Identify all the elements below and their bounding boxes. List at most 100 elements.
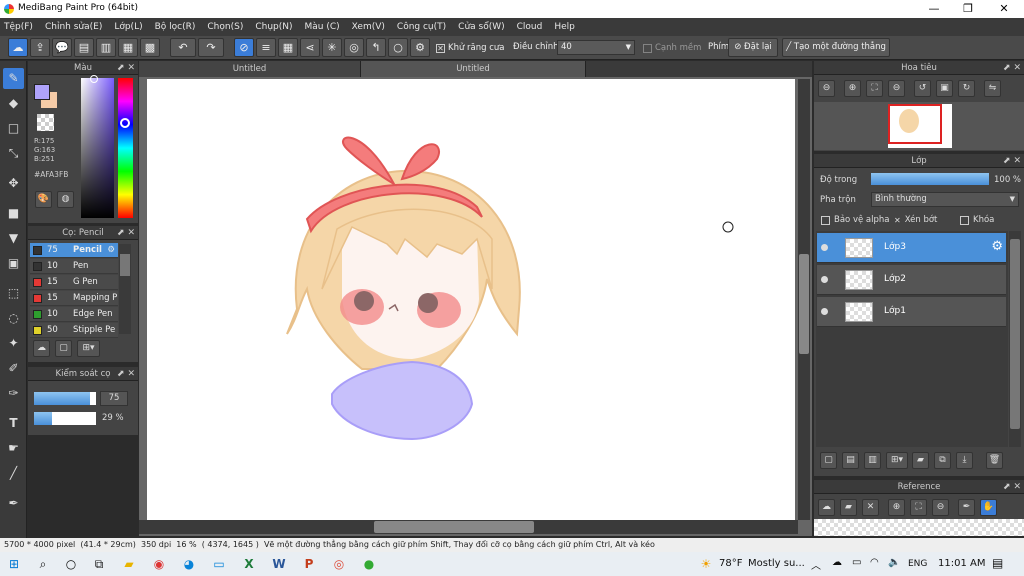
visibility-eye-icon[interactable] [821, 276, 828, 283]
radial-snap-icon[interactable]: ✳ [322, 38, 342, 57]
redo-button[interactable]: ↷ [198, 38, 224, 57]
parallel-snap-icon[interactable]: ≡ [256, 38, 276, 57]
fit-icon[interactable]: ⛶ [866, 80, 883, 97]
reference-zoom-in-icon[interactable]: ⊕ [888, 499, 905, 516]
soft-edge-checkbox[interactable] [643, 43, 652, 53]
menu-file[interactable]: Tệp(F) [4, 22, 33, 32]
clipping-toggle[interactable]: ✕ Xén bớt [894, 215, 937, 225]
hue-slider[interactable] [118, 78, 133, 218]
divide-tool-icon[interactable]: ╱ [3, 463, 24, 484]
make-line-button[interactable]: ╱ Tạo một đường thẳng [782, 38, 890, 57]
grid-icon[interactable]: ▩ [140, 38, 160, 57]
layer-row[interactable]: Lớp1 [817, 297, 1006, 327]
layer-list-scrollbar[interactable] [1009, 231, 1021, 447]
menu-tools[interactable]: Công cụ(T) [397, 22, 446, 32]
panel-close-icon[interactable]: ⬈ ✕ [117, 367, 135, 381]
brush-tool-icon[interactable]: ✎ [3, 68, 24, 89]
new-8bit-layer-icon[interactable]: ▥ [864, 452, 881, 469]
reference-zoom-out-icon[interactable]: ⊖ [932, 499, 949, 516]
delete-layer-icon[interactable]: 🗑 [986, 452, 1003, 469]
minimize-button[interactable]: — [916, 0, 952, 18]
protect-alpha-toggle[interactable]: Bảo vệ alpha [821, 215, 889, 225]
reset-button[interactable]: ⊘ Đặt lại [728, 38, 778, 57]
canvas-horizontal-scrollbar[interactable] [139, 520, 798, 534]
menu-snap[interactable]: Chụp(N) [255, 22, 292, 32]
gear-icon[interactable]: ⚙ [107, 243, 115, 258]
menu-edit[interactable]: Chỉnh sửa(E) [45, 22, 102, 32]
circle-snap-icon[interactable]: ◎ [344, 38, 364, 57]
transparent-color-swatch[interactable] [37, 114, 54, 131]
operation-tool-icon[interactable]: ☛ [3, 438, 24, 459]
navigator-preview[interactable] [814, 102, 1024, 150]
soft-edge-toggle[interactable]: Cạnh mềm [643, 41, 701, 55]
windows-start-icon[interactable]: ⊞ [5, 555, 23, 573]
zoom-out-icon[interactable]: ⊖ [818, 80, 835, 97]
task-view-icon[interactable]: ⧉ [90, 555, 108, 573]
close-button[interactable]: ✕ [986, 0, 1022, 18]
select-tool-icon[interactable]: ⬚ [3, 283, 24, 304]
merge-down-icon[interactable]: ⤓ [956, 452, 973, 469]
text-tool-icon[interactable]: T [3, 413, 24, 434]
zoom-in-icon[interactable]: ⊕ [844, 80, 861, 97]
brush-item[interactable]: 10 Pen [30, 259, 118, 274]
brush-item[interactable]: 10 Edge Pen [30, 307, 118, 322]
blend-mode-dropdown[interactable]: Bình thường ▼ [871, 192, 1019, 207]
reference-eyedropper-icon[interactable]: ✒ [958, 499, 975, 516]
tab-untitled-1[interactable]: Untitled [139, 61, 361, 77]
cloud-icon[interactable]: ☁ [8, 38, 28, 57]
rotate-left-icon[interactable]: ↺ [914, 80, 931, 97]
tab-untitled-2[interactable]: Untitled [361, 61, 586, 77]
add-layer-menu-icon[interactable]: ⊞▾ [886, 452, 908, 469]
brush-size-value[interactable]: 75 [100, 391, 128, 406]
reference-close-icon[interactable]: ✕ [862, 499, 879, 516]
dot-tool-icon[interactable]: □ [3, 118, 24, 139]
protect-alpha-checkbox[interactable] [821, 215, 830, 225]
magic-wand-icon[interactable]: ✦ [3, 333, 24, 354]
panel-close-icon[interactable]: ⬈ ✕ [1003, 154, 1021, 168]
brush-opacity-slider[interactable] [34, 412, 96, 425]
file-explorer-icon[interactable]: ▰ [120, 555, 138, 573]
speech-bubble-icon[interactable]: 💬 [52, 38, 72, 57]
brush-add-icon[interactable]: ⊞▾ [77, 340, 100, 357]
curve-snap-icon[interactable]: ↰ [366, 38, 386, 57]
export-icon[interactable]: ⇪ [30, 38, 50, 57]
maximize-button[interactable]: ❐ [950, 0, 986, 18]
volume-icon[interactable]: 🔈 [888, 557, 900, 568]
brush-size-slider[interactable] [34, 392, 96, 405]
lasso-tool-icon[interactable]: ◌ [3, 308, 24, 329]
eyedropper-tool-icon[interactable]: ✒ [3, 493, 24, 514]
duplicate-layer-icon[interactable]: ⧉ [934, 452, 951, 469]
weather-desc[interactable]: Mostly su... [748, 558, 805, 569]
cross-snap-icon[interactable]: ▦ [278, 38, 298, 57]
snap-off-icon[interactable]: ⊘ [234, 38, 254, 57]
panel-close-icon[interactable]: ⬈ ✕ [117, 226, 135, 240]
palette-settings-icon[interactable]: ◍ [57, 191, 74, 208]
menu-layer[interactable]: Lớp(L) [114, 22, 142, 32]
menu-select[interactable]: Chọn(S) [207, 22, 243, 32]
rotate-right-icon[interactable]: ↻ [958, 80, 975, 97]
flip-icon[interactable]: ⇋ [984, 80, 1001, 97]
panel-close-icon[interactable]: ⬈ ✕ [1003, 480, 1021, 494]
visibility-eye-icon[interactable] [821, 308, 828, 315]
lock-toggle[interactable]: Khóa [960, 215, 994, 225]
chrome-icon[interactable]: ◎ [330, 555, 348, 573]
language-indicator[interactable]: ENG [908, 559, 927, 569]
app-icon-red[interactable]: ◉ [150, 555, 168, 573]
lock-checkbox[interactable] [960, 215, 969, 225]
menu-cloud[interactable]: Cloud [517, 22, 543, 32]
primary-color-swatch[interactable] [34, 84, 50, 100]
folder-icon[interactable]: ▰ [912, 452, 929, 469]
edge-browser-icon[interactable]: ◕ [180, 555, 198, 573]
brush-item[interactable]: 15 Mapping P [30, 291, 118, 306]
antialias-checkbox[interactable]: ✕ [436, 43, 445, 53]
zoom-minus-icon[interactable]: ⊖ [888, 80, 905, 97]
menu-help[interactable]: Help [554, 22, 575, 32]
ellipse-snap-icon[interactable]: ○ [388, 38, 408, 57]
layer-opacity-slider[interactable] [871, 173, 989, 185]
layer-row[interactable]: Lớp2 [817, 265, 1006, 295]
brush-new-icon[interactable]: ▢ [55, 340, 72, 357]
canvas-area[interactable] [139, 77, 812, 536]
line-tool-icon[interactable]: ⤡ [3, 143, 24, 164]
move-tool-icon[interactable]: ✥ [3, 173, 24, 194]
brush-item[interactable]: 75 Pencil ⚙ [30, 243, 118, 258]
